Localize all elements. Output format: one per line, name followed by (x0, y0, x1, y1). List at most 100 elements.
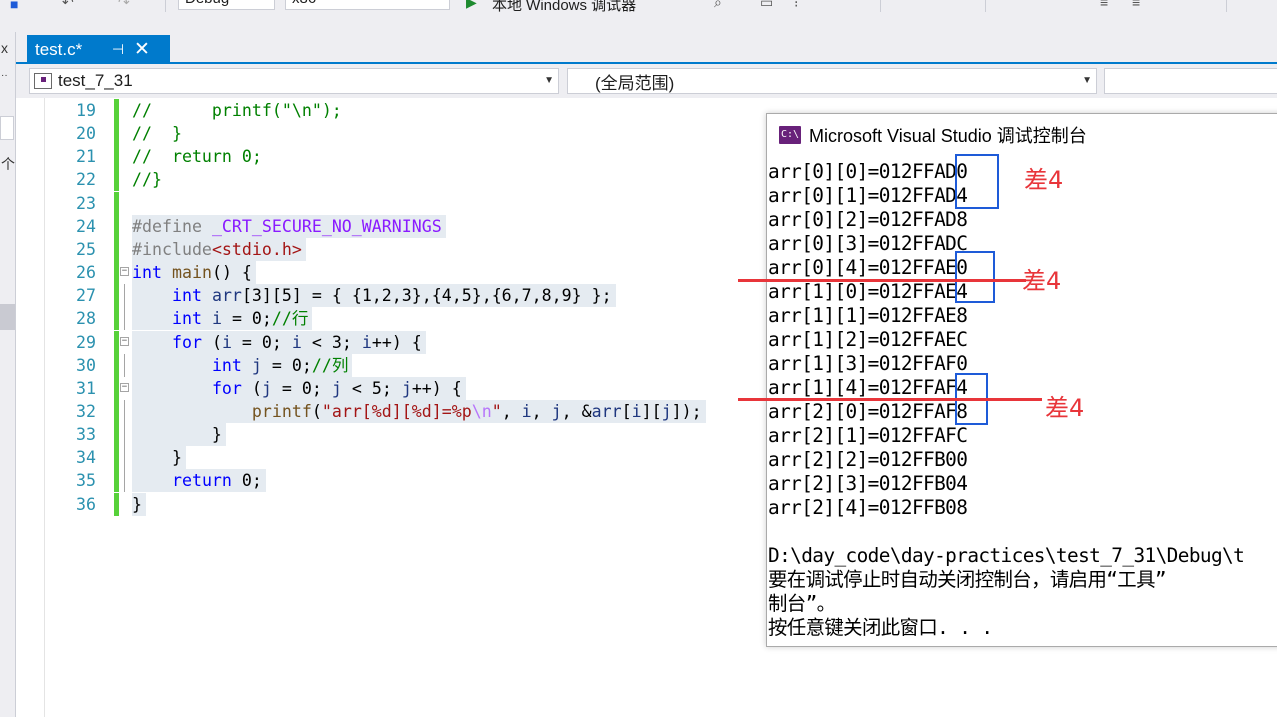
project-icon (34, 73, 52, 89)
left-strip-dropdown[interactable] (0, 116, 14, 140)
code-text[interactable]: #include<stdio.h> (132, 237, 306, 261)
code-text[interactable]: } (132, 446, 186, 470)
find-icon[interactable]: ⌕ (714, 0, 722, 11)
code-text[interactable]: // return 0; (132, 145, 266, 168)
fold-guide (124, 353, 125, 377)
code-text[interactable]: #define _CRT_SECURE_NO_WARNINGS (132, 214, 446, 238)
layout-icon[interactable]: ▭ (760, 0, 773, 11)
console-line: arr[1][1]=012FFAE8 (768, 304, 968, 327)
redo-icon[interactable]: ↷ (118, 0, 130, 11)
change-indicator (114, 446, 119, 470)
code-text[interactable]: } (132, 492, 146, 516)
console-line: arr[2][0]=012FFAF8 (768, 400, 968, 423)
fold-guide (124, 423, 125, 447)
project-dropdown[interactable]: test_7_31 ▼ (29, 68, 559, 94)
change-indicator (114, 376, 119, 400)
line-number: 32 (76, 401, 96, 421)
member-dropdown[interactable] (1104, 68, 1277, 94)
console-line: arr[0][2]=012FFAD8 (768, 208, 968, 231)
console-line: arr[2][3]=012FFB04 (768, 472, 968, 495)
dropdown-icon[interactable]: ⁝ (794, 0, 798, 11)
annotation-label-diff-1: 差4 (1024, 166, 1064, 194)
annotation-box-d0-d4 (955, 154, 999, 209)
console-titlebar[interactable]: C:\ Microsoft Visual Studio 调试控制台 (767, 114, 1277, 156)
left-strip-close-glyph[interactable]: x (1, 40, 8, 56)
change-indicator (114, 237, 119, 261)
console-line: arr[0][0]=012FFAD0 (768, 160, 968, 183)
pin-icon[interactable]: ⊣ (105, 41, 131, 58)
toolbar-separator (1226, 0, 1227, 12)
change-indicator (114, 492, 119, 516)
line-number: 34 (76, 448, 96, 468)
console-line: arr[2][2]=012FFB00 (768, 448, 968, 471)
change-indicator (114, 423, 119, 447)
debug-console-window[interactable]: C:\ Microsoft Visual Studio 调试控制台 arr[0]… (766, 113, 1277, 647)
code-text[interactable]: return 0; (132, 469, 266, 493)
change-indicator (114, 307, 119, 331)
start-debug-label[interactable]: 本地 Windows 调试器 (492, 0, 636, 15)
change-indicator (114, 261, 119, 285)
code-text[interactable]: for (i = 0; i < 3; i++) { (132, 330, 426, 354)
code-text[interactable]: } (132, 423, 226, 447)
line-number: 35 (76, 471, 96, 491)
left-strip-selected-item[interactable] (0, 304, 15, 330)
console-line: arr[1][4]=012FFAF4 (768, 376, 968, 399)
start-debug-icon[interactable]: ▶ (466, 0, 477, 11)
annotation-label-diff-3: 差4 (1045, 394, 1085, 422)
code-text[interactable]: //} (132, 168, 166, 191)
console-app-icon: C:\ (779, 126, 801, 144)
annotation-line-row-break-2 (738, 398, 1042, 401)
annotation-box-e0-e4 (955, 251, 995, 303)
tab-title: test.c* (35, 39, 83, 59)
project-dropdown-value: test_7_31 (58, 71, 133, 90)
line-number: 31 (76, 378, 96, 398)
line-number: 22 (76, 170, 96, 190)
annotation-line-row-break-1 (738, 279, 1026, 282)
undo-icon[interactable]: ↶ (62, 0, 74, 11)
line-number: 36 (76, 494, 96, 514)
comment-icon[interactable]: ≡ (1100, 0, 1108, 10)
code-text[interactable]: // } (132, 122, 186, 145)
change-indicator (114, 214, 119, 238)
change-indicator (114, 399, 119, 423)
change-indicator (114, 191, 119, 215)
line-number: 19 (76, 101, 96, 120)
save-icon[interactable]: ■ (10, 0, 18, 12)
code-text[interactable]: // printf("\n"); (132, 99, 346, 122)
line-number: 28 (76, 309, 96, 329)
scope-dropdown[interactable]: (全局范围) ▼ (567, 68, 1097, 94)
console-line: arr[1][2]=012FFAEC (768, 328, 968, 351)
console-line: arr[1][3]=012FFAF0 (768, 352, 968, 375)
collapse-icon[interactable]: − (120, 267, 129, 277)
code-text[interactable]: int arr[3][5] = { {1,2,3},{4,5},{6,7,8,9… (132, 284, 616, 308)
code-text[interactable]: printf("arr[%d][%d]=%p\n", i, j, &arr[i]… (132, 399, 706, 423)
toolbar-separator (880, 0, 881, 12)
uncomment-icon[interactable]: ≡ (1132, 0, 1140, 10)
navigation-bar: test_7_31 ▼ (全局范围) ▼ (16, 64, 1277, 98)
line-number: 26 (76, 263, 96, 283)
fold-guide (124, 446, 125, 470)
platform-dropdown[interactable]: x86 (285, 0, 450, 10)
line-number: 29 (76, 332, 96, 352)
change-indicator (114, 122, 119, 146)
console-line: arr[2][4]=012FFB08 (768, 496, 968, 519)
console-line: D:\day_code\day-practices\test_7_31\Debu… (768, 544, 1245, 567)
console-line: 按任意键关闭此窗口. . . (768, 616, 993, 639)
solution-config-dropdown[interactable]: Debug (178, 0, 275, 10)
fold-guide (124, 307, 125, 331)
change-indicator (114, 168, 119, 192)
code-text[interactable]: int j = 0;//列 (132, 353, 353, 377)
code-text[interactable]: int main() { (132, 261, 256, 285)
code-text[interactable]: for (j = 0; j < 5; j++) { (132, 376, 466, 400)
left-tool-strip: x ·· 个 (0, 32, 16, 717)
console-line: arr[0][3]=012FFADC (768, 232, 968, 255)
collapse-icon[interactable]: − (120, 382, 129, 392)
code-text[interactable]: int i = 0;//行 (132, 307, 313, 331)
change-indicator (114, 469, 119, 493)
tab-test-c[interactable]: test.c* ⊣ ✕ (27, 35, 170, 64)
line-number: 30 (76, 355, 96, 375)
document-tab-strip: test.c* ⊣ ✕ (16, 32, 1277, 64)
collapse-icon[interactable]: − (120, 336, 129, 346)
close-icon[interactable]: ✕ (131, 38, 153, 61)
